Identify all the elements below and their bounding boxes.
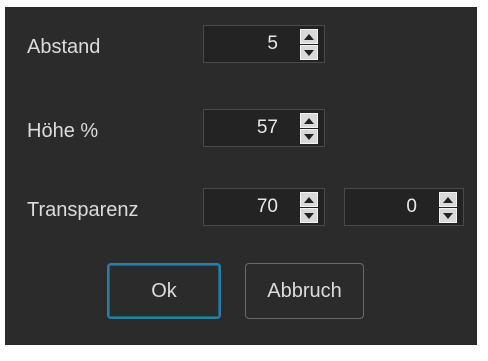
transparenz-spinner-1 [300, 192, 318, 223]
abstand-input[interactable] [208, 26, 278, 62]
transparenz-2-increment-button[interactable] [439, 192, 457, 207]
transparenz-1-increment-button[interactable] [300, 192, 318, 207]
arrow-down-icon [304, 134, 314, 140]
abstand-spinbox[interactable] [203, 25, 325, 63]
abstand-spinner [300, 29, 318, 60]
transparenz-input-2[interactable] [357, 189, 417, 225]
transparenz-spinbox-2[interactable] [344, 188, 464, 226]
arrow-up-icon [304, 197, 314, 203]
transparenz-input-1[interactable] [208, 189, 278, 225]
transparenz-spinner-2 [439, 192, 457, 223]
hoehe-spinbox[interactable] [203, 109, 325, 147]
hoehe-label: Höhe % [27, 120, 99, 142]
arrow-up-icon [304, 118, 314, 124]
transparenz-label: Transparenz [27, 199, 139, 221]
arrow-down-icon [304, 213, 314, 219]
transparenz-spinbox-1[interactable] [203, 188, 325, 226]
ok-button[interactable]: Ok [107, 263, 221, 319]
hoehe-increment-button[interactable] [300, 113, 318, 128]
hoehe-spinner [300, 113, 318, 144]
arrow-up-icon [443, 197, 453, 203]
settings-dialog: Abstand Höhe % Transparenz [5, 7, 477, 345]
transparenz-2-decrement-button[interactable] [439, 208, 457, 223]
hoehe-decrement-button[interactable] [300, 129, 318, 144]
abstand-increment-button[interactable] [300, 29, 318, 44]
arrow-down-icon [443, 213, 453, 219]
arrow-up-icon [304, 34, 314, 40]
hoehe-input[interactable] [208, 110, 278, 146]
cancel-button[interactable]: Abbruch [245, 263, 364, 319]
arrow-down-icon [304, 50, 314, 56]
transparenz-1-decrement-button[interactable] [300, 208, 318, 223]
abstand-label: Abstand [27, 36, 101, 58]
abstand-decrement-button[interactable] [300, 45, 318, 60]
